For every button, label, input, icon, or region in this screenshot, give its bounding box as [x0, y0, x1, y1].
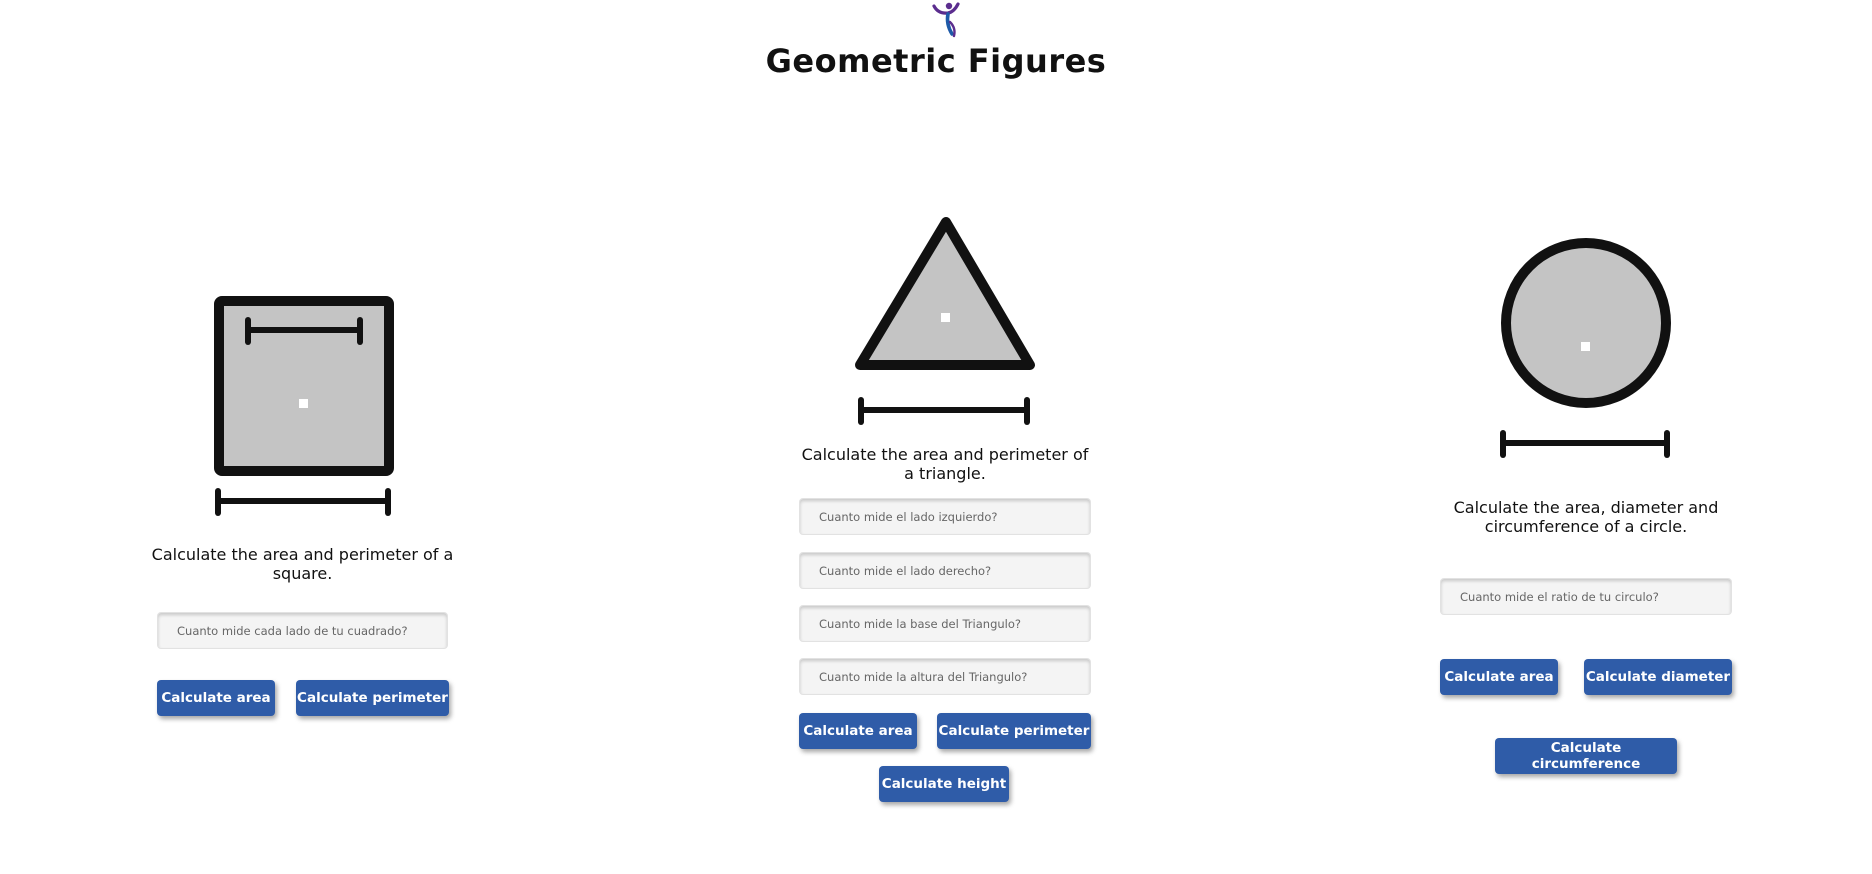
page-title: Geometric Figures — [765, 42, 1107, 80]
square-calculate-area-button[interactable]: Calculate area — [157, 680, 275, 716]
circle-calculate-circumference-button[interactable]: Calculate circumference — [1495, 738, 1677, 774]
square-calculate-perimeter-button[interactable]: Calculate perimeter — [296, 680, 449, 716]
square-figure-icon — [214, 296, 394, 516]
triangle-figure-icon — [855, 217, 1035, 425]
page: Geometric Figures Calculate the area and… — [0, 0, 1872, 874]
circle-description: Calculate the area, diameter and circumf… — [1453, 498, 1719, 536]
circle-figure-icon — [1500, 238, 1671, 458]
triangle-calculate-area-button[interactable]: Calculate area — [799, 713, 917, 749]
person-figure-logo-icon — [932, 2, 960, 38]
triangle-right-side-input[interactable] — [799, 552, 1091, 589]
square-description: Calculate the area and perimeter of a sq… — [151, 545, 454, 583]
triangle-calculate-height-button[interactable]: Calculate height — [879, 766, 1009, 802]
triangle-calculate-perimeter-button[interactable]: Calculate perimeter — [937, 713, 1091, 749]
circle-radius-input[interactable] — [1440, 578, 1732, 615]
triangle-left-side-input[interactable] — [799, 498, 1091, 535]
circle-calculate-area-button[interactable]: Calculate area — [1440, 659, 1558, 695]
triangle-base-input[interactable] — [799, 605, 1091, 642]
triangle-description: Calculate the area and perimeter of a tr… — [801, 445, 1089, 483]
circle-calculate-diameter-button[interactable]: Calculate diameter — [1584, 659, 1732, 695]
square-side-input[interactable] — [157, 612, 448, 649]
triangle-height-input[interactable] — [799, 658, 1091, 695]
